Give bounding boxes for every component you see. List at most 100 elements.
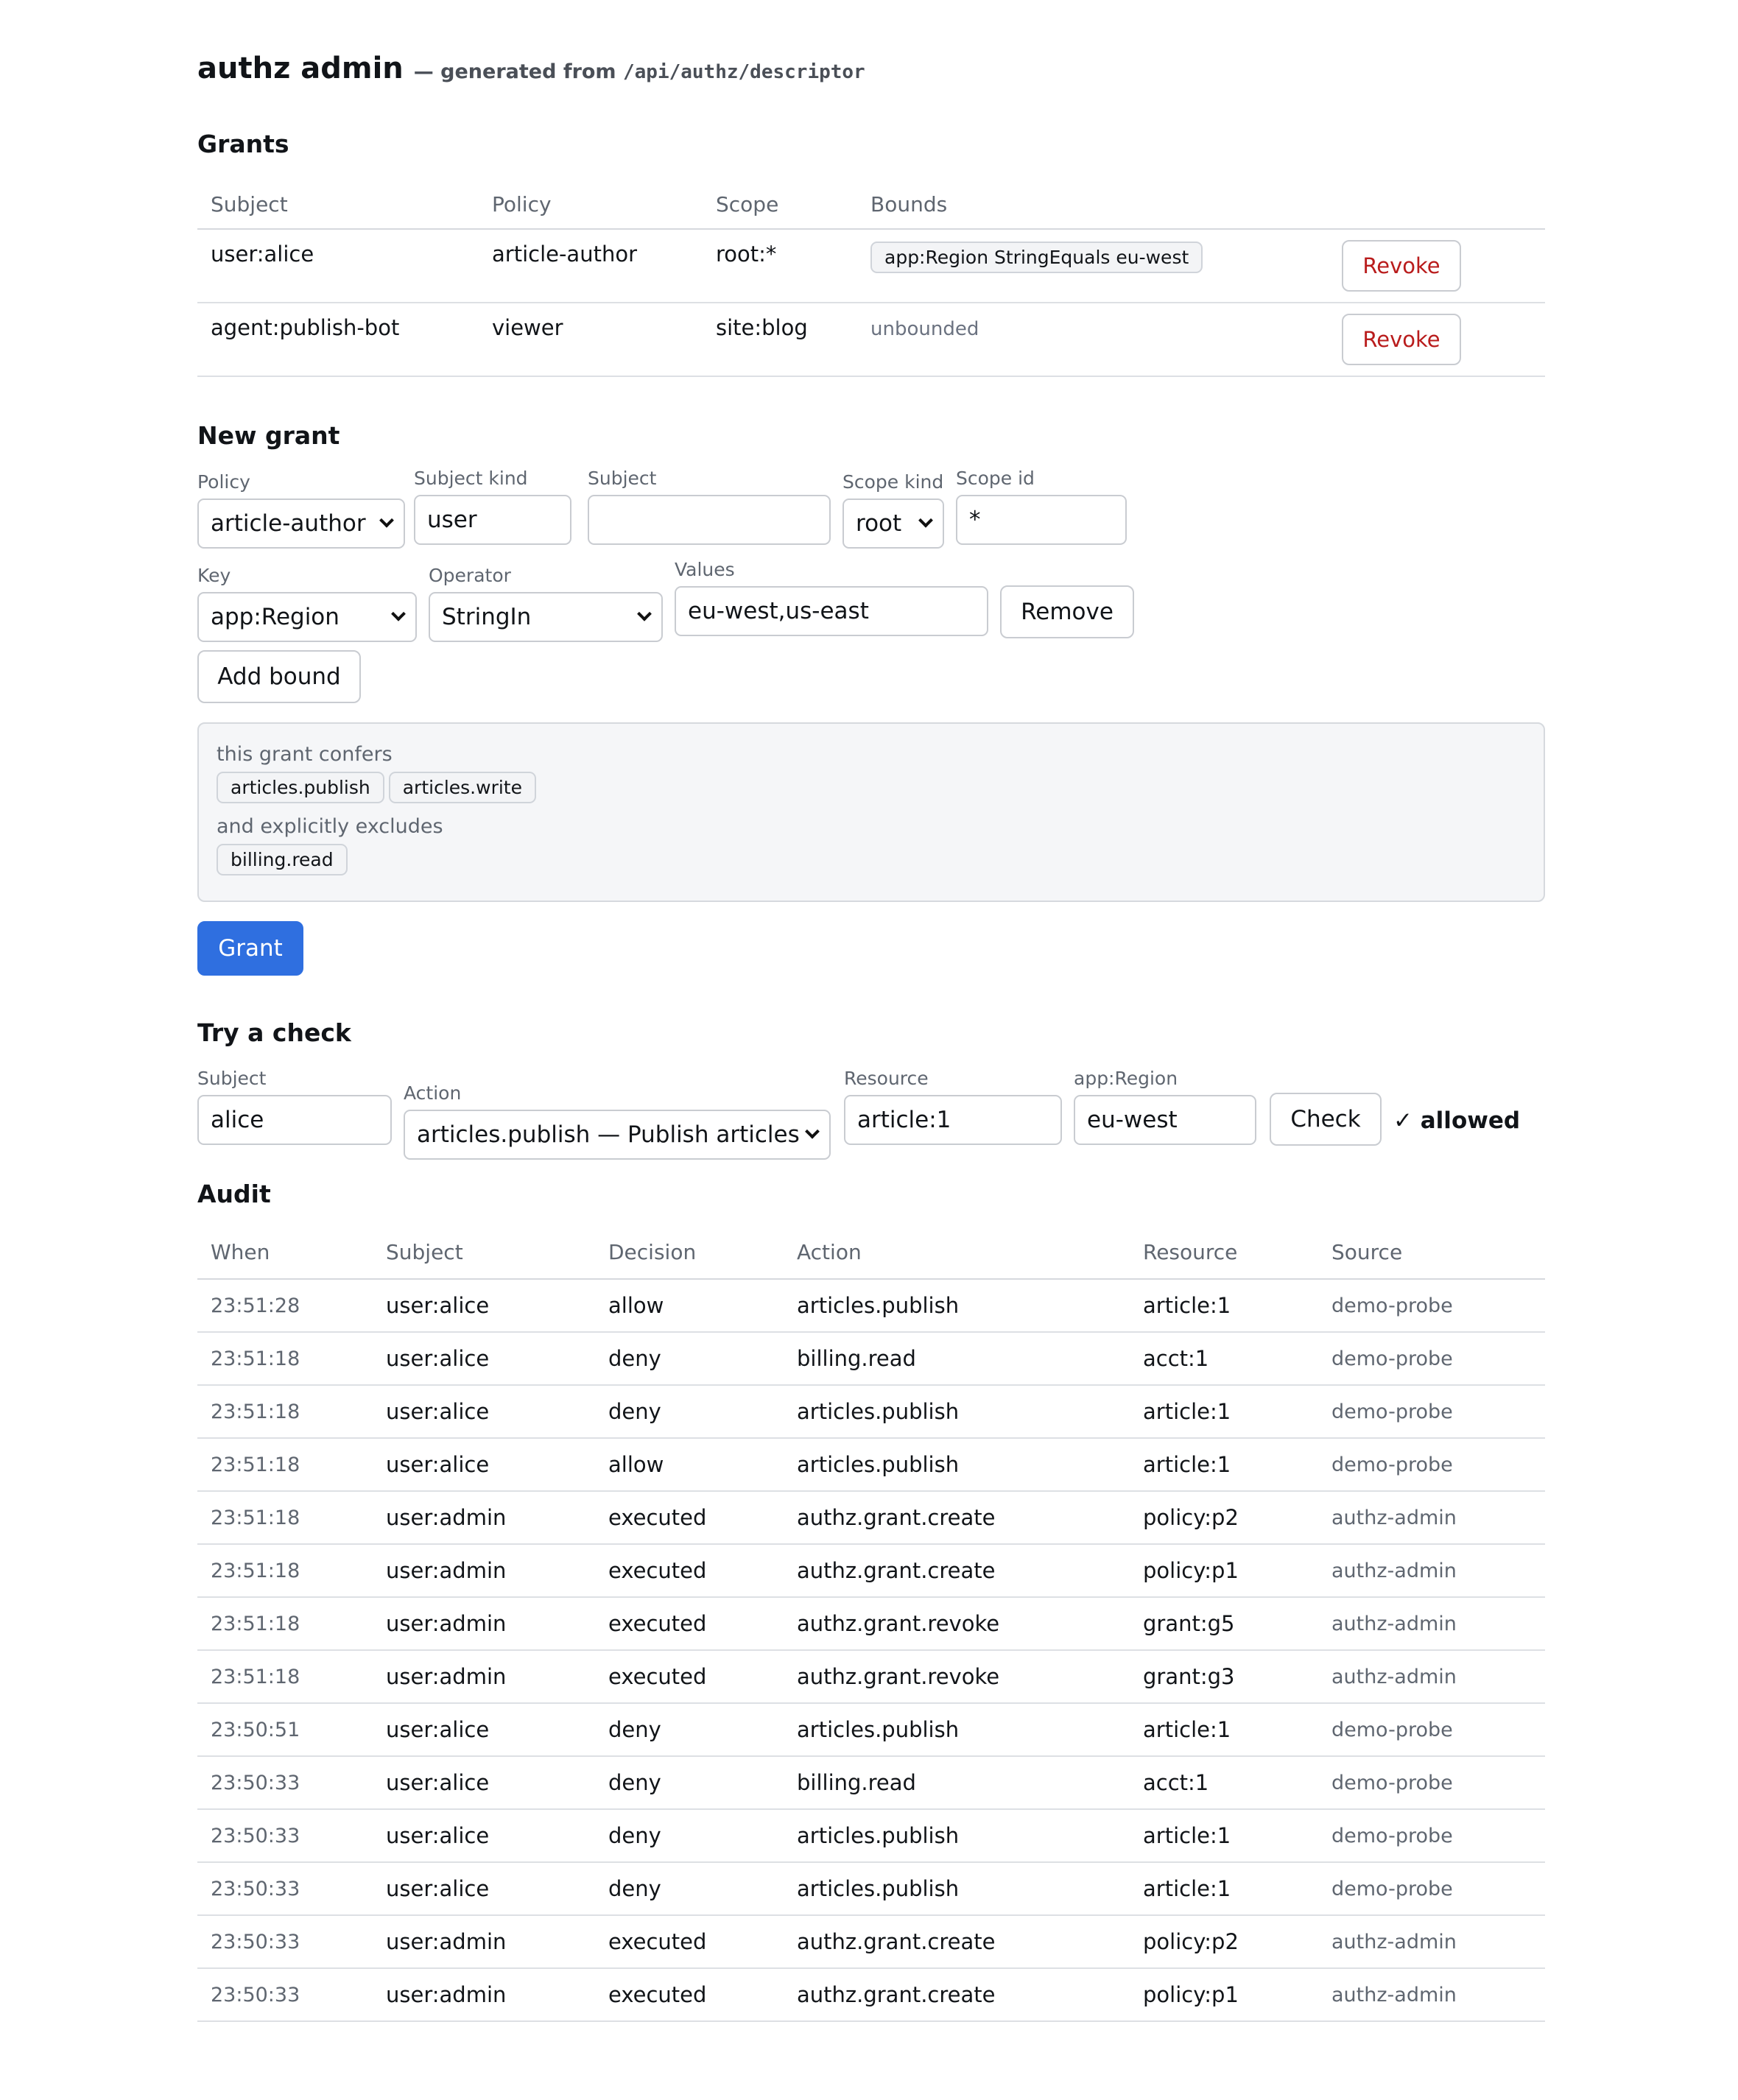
audit-source: demo-probe xyxy=(1318,1703,1545,1757)
audit-resource: article:1 xyxy=(1130,1438,1318,1492)
bound-key-label: Key xyxy=(197,565,231,586)
audit-subject: user:alice xyxy=(373,1703,595,1757)
audit-resource: article:1 xyxy=(1130,1862,1318,1916)
app-title: authz admin xyxy=(197,52,404,85)
check-region-input[interactable]: eu-west xyxy=(1074,1095,1256,1145)
audit-action: authz.grant.create xyxy=(784,1915,1130,1969)
audit-resource: acct:1 xyxy=(1130,1756,1318,1810)
scope-kind-field: Scope kind root xyxy=(842,468,944,549)
bound-key-field: Key app:Region xyxy=(197,562,417,642)
excludes-list: billing.read xyxy=(217,844,1526,875)
check-subject-field: Subject alice xyxy=(197,1068,392,1145)
audit-row: 23:51:18 user:alice allow articles.publish a… xyxy=(197,1438,1545,1492)
scope-id-field: Scope id * xyxy=(956,468,1127,545)
unbounded-label: unbounded xyxy=(870,318,979,340)
scope-kind-label: Scope kind xyxy=(842,471,944,493)
audit-source: demo-probe xyxy=(1318,1438,1545,1492)
audit-source: demo-probe xyxy=(1318,1279,1545,1333)
audit-resource: article:1 xyxy=(1130,1385,1318,1439)
audit-action: authz.grant.create xyxy=(784,1968,1130,2022)
audit-when: 23:50:33 xyxy=(197,1968,373,2022)
audit-when: 23:50:33 xyxy=(197,1756,373,1810)
check-region-field: app:Region eu-west xyxy=(1074,1068,1256,1145)
bound-chip: app:Region StringEquals eu-west xyxy=(870,242,1203,273)
check-resource-input[interactable]: article:1 xyxy=(844,1095,1062,1145)
bound-operator-select[interactable]: StringIn xyxy=(429,592,663,642)
audit-subject: user:admin xyxy=(373,1491,595,1545)
check-form: Subject alice Action articles.publish — … xyxy=(197,1068,1545,1160)
audit-decision: executed xyxy=(595,1968,784,2022)
descriptor-path: /api/authz/descriptor xyxy=(622,61,865,83)
audit-when: 23:50:33 xyxy=(197,1809,373,1863)
audit-source: authz-admin xyxy=(1318,1968,1545,2022)
audit-row: 23:51:18 user:alice deny articles.publish ar… xyxy=(197,1385,1545,1439)
audit-when: 23:51:18 xyxy=(197,1438,373,1492)
subject-kind-input[interactable]: user xyxy=(414,495,571,545)
grants-header-row: Subject Policy Scope Bounds xyxy=(197,180,1545,230)
revoke-button[interactable]: Revoke xyxy=(1342,240,1461,292)
audit-row: 23:50:33 user:alice deny articles.publish ar… xyxy=(197,1809,1545,1863)
check-button[interactable]: Check xyxy=(1270,1093,1382,1146)
audit-table: When Subject Decision Action Resource So… xyxy=(197,1226,1545,2022)
check-action-label: Action xyxy=(404,1082,462,1104)
audit-row: 23:50:33 user:alice deny articles.publish ar… xyxy=(197,1862,1545,1916)
policy-select[interactable]: article-author xyxy=(197,498,405,549)
audit-resource: acct:1 xyxy=(1130,1332,1318,1386)
grants-col-subject: Subject xyxy=(197,180,479,230)
audit-subject: user:alice xyxy=(373,1279,595,1333)
chevron-down-icon xyxy=(637,606,652,621)
bound-values-field: Values eu-west,us-east xyxy=(675,559,988,636)
check-result: ✓ allowed xyxy=(1393,1107,1521,1134)
confers-list: articles.publish articles.write xyxy=(217,772,1526,803)
audit-resource: policy:p1 xyxy=(1130,1968,1318,2022)
audit-resource: article:1 xyxy=(1130,1703,1318,1757)
grant-subject: user:alice xyxy=(197,229,479,303)
audit-subject: user:alice xyxy=(373,1332,595,1386)
revoke-button[interactable]: Revoke xyxy=(1342,314,1461,365)
excludes-chip: billing.read xyxy=(217,844,348,875)
check-subject-input[interactable]: alice xyxy=(197,1095,392,1145)
remove-bound-button[interactable]: Remove xyxy=(1000,585,1134,638)
audit-when: 23:51:18 xyxy=(197,1597,373,1651)
audit-decision: deny xyxy=(595,1862,784,1916)
audit-action: authz.grant.revoke xyxy=(784,1597,1130,1651)
grant-actions-cell: Revoke xyxy=(1329,229,1545,303)
scope-kind-select[interactable]: root xyxy=(842,498,944,549)
bound-values-input[interactable]: eu-west,us-east xyxy=(675,586,988,636)
check-heading: Try a check xyxy=(197,1018,351,1047)
check-region-label: app:Region xyxy=(1074,1068,1178,1089)
audit-resource: policy:p1 xyxy=(1130,1544,1318,1598)
audit-col-resource: Resource xyxy=(1130,1226,1318,1280)
audit-row: 23:50:33 user:alice deny billing.read acct:1… xyxy=(197,1756,1545,1810)
audit-decision: allow xyxy=(595,1438,784,1492)
audit-row: 23:50:51 user:alice deny articles.publish ar… xyxy=(197,1703,1545,1757)
grant-row: agent:publish-bot viewer site:blog unbounde… xyxy=(197,303,1545,377)
audit-subject: user:admin xyxy=(373,1650,595,1704)
check-action-select[interactable]: articles.publish — Publish articles xyxy=(404,1110,831,1160)
grant-bounds-cell: app:Region StringEquals eu-west xyxy=(857,229,1329,303)
add-bound-button[interactable]: Add bound xyxy=(197,650,361,703)
audit-when: 23:51:18 xyxy=(197,1544,373,1598)
audit-when: 23:51:18 xyxy=(197,1491,373,1545)
grants-heading: Grants xyxy=(197,130,289,158)
audit-row: 23:51:18 user:admin executed authz.grant.cr… xyxy=(197,1544,1545,1598)
bound-key-select[interactable]: app:Region xyxy=(197,592,417,642)
audit-action: articles.publish xyxy=(784,1279,1130,1333)
audit-source: demo-probe xyxy=(1318,1332,1545,1386)
scope-id-input[interactable]: * xyxy=(956,495,1127,545)
scope-id-label: Scope id xyxy=(956,468,1035,489)
grant-button[interactable]: Grant xyxy=(197,921,303,976)
confers-chip: articles.write xyxy=(388,772,536,803)
audit-col-decision: Decision xyxy=(595,1226,784,1280)
excludes-label: and explicitly excludes xyxy=(217,815,443,838)
audit-action: authz.grant.create xyxy=(784,1491,1130,1545)
audit-decision: deny xyxy=(595,1385,784,1439)
subject-field: Subject xyxy=(588,468,831,545)
audit-subject: user:admin xyxy=(373,1597,595,1651)
audit-subject: user:admin xyxy=(373,1544,595,1598)
audit-subject: user:alice xyxy=(373,1756,595,1810)
audit-when: 23:51:18 xyxy=(197,1385,373,1439)
subject-input[interactable] xyxy=(588,495,831,545)
policy-field: Policy article-author xyxy=(197,468,405,549)
audit-col-source: Source xyxy=(1318,1226,1545,1280)
